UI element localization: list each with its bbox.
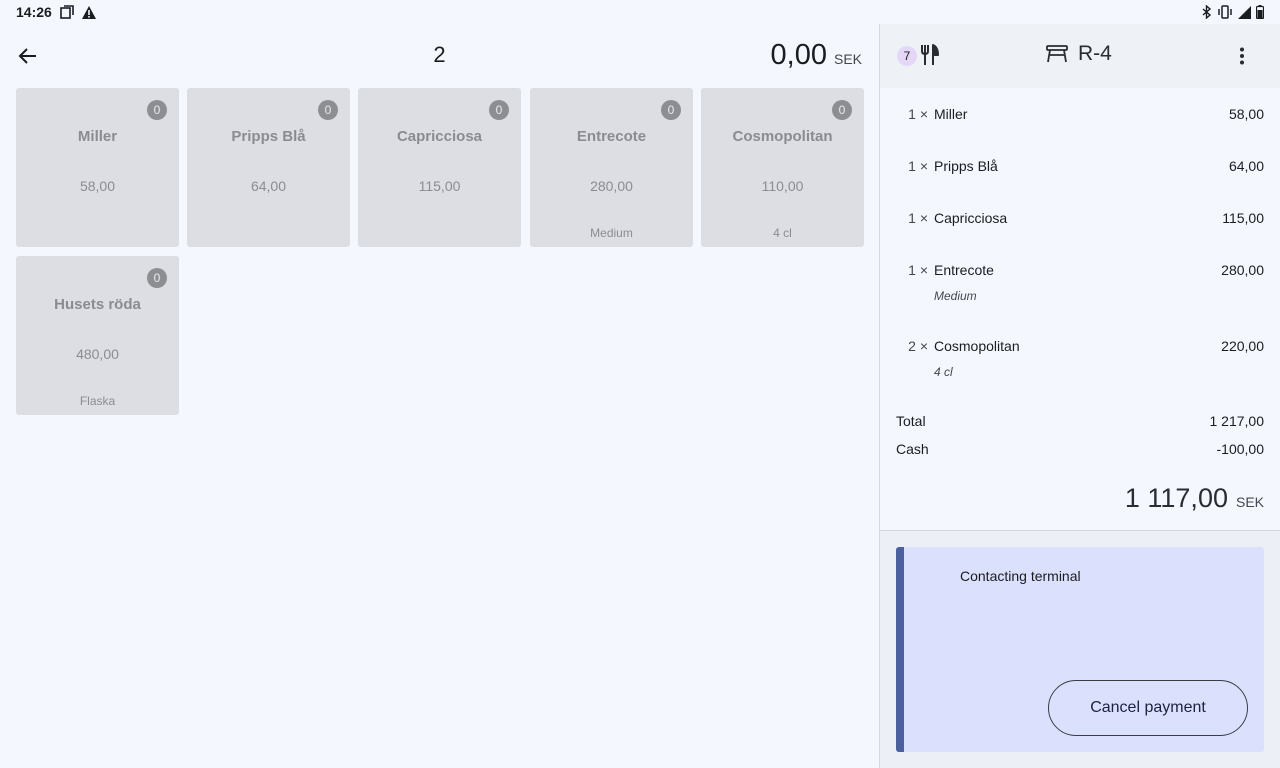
current-total-amount: 0,00: [770, 39, 827, 71]
warning-icon: [81, 5, 96, 19]
product-price: 58,00: [79, 178, 116, 194]
total-value: 1 217,00: [1209, 413, 1265, 429]
order-line-name: Cosmopolitan: [934, 338, 1020, 354]
screenshot-notification-icon: [60, 5, 74, 19]
product-tile-pripps-bla[interactable]: 0 Pripps Blå 64,00: [187, 88, 350, 247]
product-count-badge: 0: [318, 100, 338, 120]
cancel-payment-button[interactable]: Cancel payment: [1048, 680, 1248, 736]
remaining-total-currency: SEK: [1235, 494, 1264, 510]
order-line-qty: 1 ×: [908, 158, 928, 174]
product-pane: 2 0,00 SEK 0 Miller 58,00 0 Pripps Blå 6…: [0, 24, 879, 768]
table-selector[interactable]: R-4: [1046, 42, 1112, 66]
order-line-amount: 220,00: [1221, 338, 1264, 354]
product-price: 280,00: [590, 178, 633, 194]
remaining-total-amount: 1 117,00: [1124, 483, 1228, 513]
order-line-name: Capricciosa: [934, 210, 1008, 226]
payment-status-card: Contacting terminal Cancel payment: [896, 547, 1264, 752]
order-line-qty: 2 ×: [908, 338, 928, 354]
product-price: 110,00: [761, 178, 804, 194]
status-time: 14:26: [16, 4, 52, 20]
product-variant: Medium: [590, 226, 633, 240]
product-name: Miller: [77, 128, 118, 145]
product-name: Capricciosa: [396, 128, 483, 145]
product-tile-entrecote[interactable]: 0 Entrecote 280,00 Medium: [530, 88, 693, 247]
order-line-amount: 280,00: [1221, 262, 1264, 278]
product-price: 64,00: [250, 178, 287, 194]
bluetooth-icon: [1202, 5, 1212, 19]
product-price: 480,00: [76, 346, 119, 362]
order-header: 7 R-4: [880, 24, 1280, 88]
product-count-badge: 0: [147, 100, 167, 120]
product-tile-cosmopolitan[interactable]: 0 Cosmopolitan 110,00 4 cl: [701, 88, 864, 247]
order-line-modifier: 4 cl: [934, 365, 953, 379]
product-count-badge: 0: [147, 268, 167, 288]
order-line-qty: 1 ×: [908, 106, 928, 122]
product-count-badge: 0: [832, 100, 852, 120]
table-name: R-4: [1078, 42, 1112, 65]
total-label: Total: [896, 413, 926, 429]
current-total: 0,00 SEK: [771, 39, 862, 72]
product-variant: Flaska: [79, 394, 116, 408]
order-line-amount: 115,00: [1222, 210, 1264, 226]
order-line-name: Entrecote: [934, 262, 994, 278]
more-vert-icon: [1240, 47, 1244, 65]
product-price: 115,00: [418, 178, 461, 194]
product-tile-miller[interactable]: 0 Miller 58,00: [16, 88, 179, 247]
total-row: Total 1 217,00: [896, 413, 1264, 429]
payment-card-accent: [896, 547, 904, 752]
order-line-amount: 58,00: [1228, 106, 1264, 122]
order-line-name: Pripps Blå: [934, 158, 998, 174]
table-icon: [1046, 45, 1068, 63]
course-badge[interactable]: 7: [897, 46, 917, 66]
vibrate-icon: [1217, 5, 1233, 19]
current-total-currency: SEK: [833, 51, 862, 67]
cash-value: -100,00: [1216, 441, 1264, 457]
remaining-total: 1 117,00 SEK: [1125, 483, 1264, 514]
order-line-qty: 1 ×: [908, 210, 928, 226]
order-line-name: Miller: [934, 106, 968, 122]
product-header: 2 0,00 SEK: [0, 24, 879, 88]
order-pane: 7 R-4 1 × Miller 58,00 1 × Pripps Blå 64…: [880, 24, 1280, 768]
product-name: Entrecote: [576, 128, 647, 145]
product-name: Pripps Blå: [231, 128, 306, 145]
product-name: Cosmopolitan: [732, 128, 833, 145]
product-name: Husets röda: [54, 296, 141, 313]
order-line-qty: 1 ×: [908, 262, 928, 278]
status-bar: 14:26: [0, 0, 1280, 24]
product-count-badge: 0: [489, 100, 509, 120]
more-options-button[interactable]: [1230, 44, 1254, 68]
product-count-badge: 0: [661, 100, 681, 120]
product-variant: 4 cl: [773, 226, 792, 240]
order-line-modifier: Medium: [934, 289, 977, 303]
cash-row: Cash -100,00: [896, 441, 1264, 457]
cash-label: Cash: [896, 441, 929, 457]
product-tile-capricciosa[interactable]: 0 Capricciosa 115,00: [358, 88, 521, 247]
cutlery-icon[interactable]: [921, 44, 939, 71]
product-tile-husets-roda[interactable]: 0 Husets röda 480,00 Flaska: [16, 256, 179, 415]
payment-area: Contacting terminal Cancel payment: [880, 530, 1280, 768]
payment-status-message: Contacting terminal: [960, 568, 1081, 584]
guest-count[interactable]: 2: [0, 42, 879, 68]
battery-icon: [1256, 5, 1264, 19]
signal-icon: [1238, 5, 1251, 19]
order-line-amount: 64,00: [1228, 158, 1264, 174]
